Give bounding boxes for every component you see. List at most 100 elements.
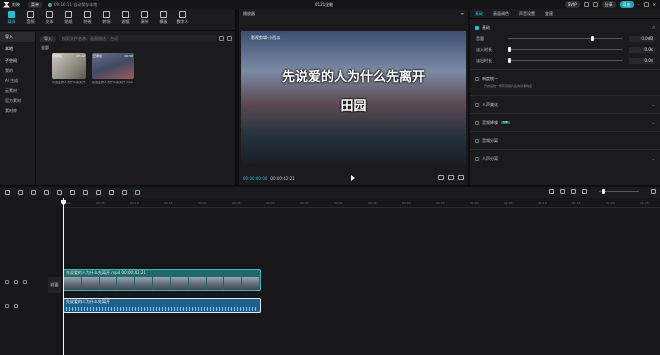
split-right-icon[interactable] <box>70 190 75 195</box>
sidebar-item-import[interactable]: 导入 <box>0 32 35 42</box>
tab-effects[interactable]: 特效 <box>78 11 97 30</box>
volume-value[interactable]: 0.0dB <box>629 35 655 42</box>
zoom-in-icon[interactable] <box>651 189 656 194</box>
media-item[interactable]: 07:10 已添加 问说爱的人为什么先离开.mp4 <box>52 53 86 84</box>
ai-tag-icon[interactable] <box>135 190 140 195</box>
audio-clip[interactable]: 先说爱的人为什么先离开 <box>63 298 261 313</box>
voice-restore-checkbox[interactable] <box>475 156 479 161</box>
audio-track-header <box>5 304 18 308</box>
tab-sound[interactable]: 声音设置 <box>519 12 535 16</box>
select-tool-icon[interactable] <box>5 190 10 195</box>
maximize-icon[interactable] <box>643 2 649 7</box>
close-icon[interactable]: ✕ <box>653 2 656 7</box>
tab-text[interactable]: 文本 <box>40 11 59 30</box>
tab-label: 转场 <box>102 19 111 24</box>
fullscreen-icon[interactable] <box>458 175 464 180</box>
properties-panel: 基础 画面调色 声音设置 变速 基础 ↺ 音量 0.0dB 淡入时长 0.0s … <box>470 9 660 185</box>
magnet-icon[interactable] <box>549 189 554 194</box>
link-icon[interactable] <box>560 189 565 194</box>
split-left-icon[interactable] <box>57 190 62 195</box>
fadein-slider[interactable] <box>508 47 623 52</box>
eye-icon[interactable] <box>14 280 18 284</box>
volume-knob[interactable] <box>590 36 594 41</box>
layout-icon[interactable] <box>583 2 589 7</box>
playhead[interactable] <box>63 198 64 355</box>
more-icon[interactable]: ≡ <box>461 12 464 16</box>
media-duration: 00:56 <box>124 54 133 58</box>
voice-sep-checkbox[interactable] <box>475 138 479 143</box>
settings-icon[interactable] <box>592 2 598 7</box>
export-button[interactable]: 导出 <box>619 1 634 8</box>
tab-label: 滤镜 <box>121 19 130 24</box>
media-item[interactable]: 00:56 已添加 先说爱的人为什么先离开.mp4 <box>92 53 134 84</box>
redo-icon[interactable] <box>31 190 36 195</box>
fit-icon[interactable] <box>438 175 444 180</box>
fadein-value[interactable]: 0.0s <box>629 46 655 53</box>
sidebar-item-cloud[interactable]: 云素材 <box>0 86 35 96</box>
tab-transition[interactable]: 转场 <box>97 11 116 30</box>
audio-icon <box>27 11 34 18</box>
tab-basic[interactable]: 基础 <box>475 12 483 16</box>
divider <box>470 113 660 114</box>
tab-audio[interactable]: 音频 <box>21 11 40 30</box>
share-button[interactable]: 分享 <box>601 1 616 8</box>
fadein-knob[interactable] <box>508 47 511 52</box>
zoom-out-icon[interactable] <box>582 189 587 194</box>
fadeout-value[interactable]: 0.0s <box>629 57 655 64</box>
timeline[interactable]: 00:00 00:05 00:10 00:15 00:20 00:25 00:30 00:35… <box>0 198 660 355</box>
loudness-checkbox[interactable] <box>475 76 479 81</box>
tab-color[interactable]: 画面调色 <box>493 12 509 16</box>
lock-icon[interactable] <box>5 280 9 284</box>
avatar-icon <box>179 11 186 18</box>
sort-icon[interactable] <box>219 36 224 41</box>
chevron-down-icon[interactable]: ⌄ <box>652 102 655 107</box>
reset-icon[interactable]: ↺ <box>652 25 655 30</box>
crop-icon[interactable] <box>122 190 127 195</box>
tab-speed[interactable]: 变速 <box>545 12 553 16</box>
sidebar-item-library[interactable]: 素材库 <box>0 106 35 116</box>
ruler-tick: 00:20 <box>198 201 207 205</box>
tab-sticker[interactable]: 贴纸 <box>59 11 78 30</box>
mute-icon[interactable] <box>14 304 18 308</box>
volume-slider[interactable] <box>508 36 623 41</box>
tab-filter[interactable]: 滤镜 <box>116 11 135 30</box>
ratio-icon[interactable] <box>448 175 454 180</box>
import-button[interactable]: 导入 <box>40 35 56 42</box>
document-title[interactable]: 0121全能 <box>315 3 333 7</box>
preview-axis-icon[interactable] <box>571 189 576 194</box>
svip-button[interactable]: SVIP <box>564 1 580 8</box>
noise-reduce-checkbox[interactable] <box>475 120 479 125</box>
video-preview[interactable]: 影视剪辑·小西瓜 先说爱的人为什么先离开 田园 <box>241 31 466 164</box>
menu-button[interactable]: 菜单 <box>28 1 42 8</box>
lock-icon[interactable] <box>5 304 9 308</box>
zoom-knob[interactable] <box>602 189 606 194</box>
tab-avatar[interactable]: 数字人 <box>173 11 192 30</box>
chevron-down-icon[interactable]: ⌄ <box>652 156 655 161</box>
zoom-slider[interactable] <box>599 189 639 194</box>
fadeout-slider[interactable] <box>508 58 623 63</box>
cover-button[interactable]: 封面 <box>48 277 61 293</box>
undo-icon[interactable] <box>18 190 23 195</box>
sidebar-item-mine[interactable]: 我的 <box>0 66 35 76</box>
split-icon[interactable] <box>44 190 49 195</box>
media-sidebar: 导入 本地 子空间 我的 AI 生成 云素材 官方素材 素材库 <box>0 32 36 185</box>
tab-template[interactable]: 模板 <box>154 11 173 30</box>
mute-icon[interactable] <box>23 280 27 284</box>
media-search-input[interactable]: 搜索文件名称、画面描述、台词 <box>59 35 216 42</box>
sidebar-item-ai[interactable]: AI 生成 <box>0 76 35 86</box>
voice-enhance-checkbox[interactable] <box>475 102 479 107</box>
freeze-icon[interactable] <box>96 190 101 195</box>
delete-icon[interactable] <box>83 190 88 195</box>
tab-adjust[interactable]: 调节 <box>135 11 154 30</box>
fadeout-knob[interactable] <box>508 58 511 63</box>
basic-checkbox[interactable] <box>475 25 479 30</box>
sidebar-item-official[interactable]: 官方素材 <box>0 96 35 106</box>
view-icon[interactable] <box>227 36 232 41</box>
shield-icon[interactable] <box>109 190 114 195</box>
time-ruler[interactable]: 00:00 00:05 00:10 00:15 00:20 00:25 00:30 00:35… <box>62 200 660 208</box>
tab-media[interactable]: 媒体 <box>2 11 21 30</box>
chevron-down-icon[interactable]: ⌄ <box>652 120 655 125</box>
video-clip[interactable]: 先说爱的人为什么先离开.mp4 00:00:42:21 <box>63 269 261 291</box>
play-icon[interactable] <box>351 175 355 181</box>
minimize-icon[interactable]: – <box>638 2 640 7</box>
